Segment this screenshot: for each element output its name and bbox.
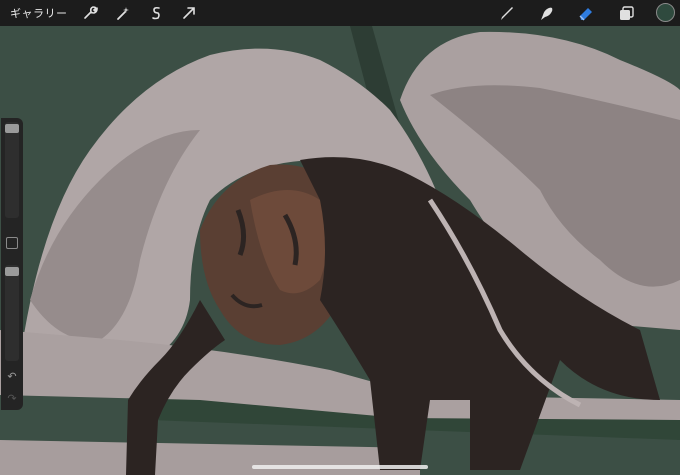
home-indicator[interactable] [252, 465, 428, 469]
layers-icon[interactable] [616, 3, 636, 23]
actions-wrench-icon[interactable] [80, 3, 100, 23]
opacity-slider[interactable] [5, 265, 19, 361]
selection-s-icon[interactable] [146, 3, 166, 23]
modify-button[interactable] [6, 237, 18, 249]
brush-size-slider[interactable] [5, 122, 19, 218]
brush-icon[interactable] [497, 3, 517, 23]
opacity-slider-thumb[interactable] [5, 267, 19, 276]
left-sidebar: ↶ ↷ [1, 118, 23, 410]
color-swatch[interactable] [656, 3, 675, 22]
brush-size-slider-thumb[interactable] [5, 124, 19, 133]
artwork-canvas[interactable] [0, 0, 680, 475]
eraser-icon[interactable] [576, 3, 596, 23]
redo-arrow-icon[interactable]: ↷ [4, 392, 20, 406]
gallery-button[interactable]: ギャラリー [10, 5, 68, 21]
top-toolbar: ギャラリー [0, 0, 680, 26]
undo-arrow-icon[interactable]: ↶ [4, 370, 20, 384]
smudge-finger-icon[interactable] [536, 3, 556, 23]
adjustments-magic-wand-icon[interactable] [113, 3, 133, 23]
transform-arrow-cursor-icon[interactable] [179, 3, 199, 23]
